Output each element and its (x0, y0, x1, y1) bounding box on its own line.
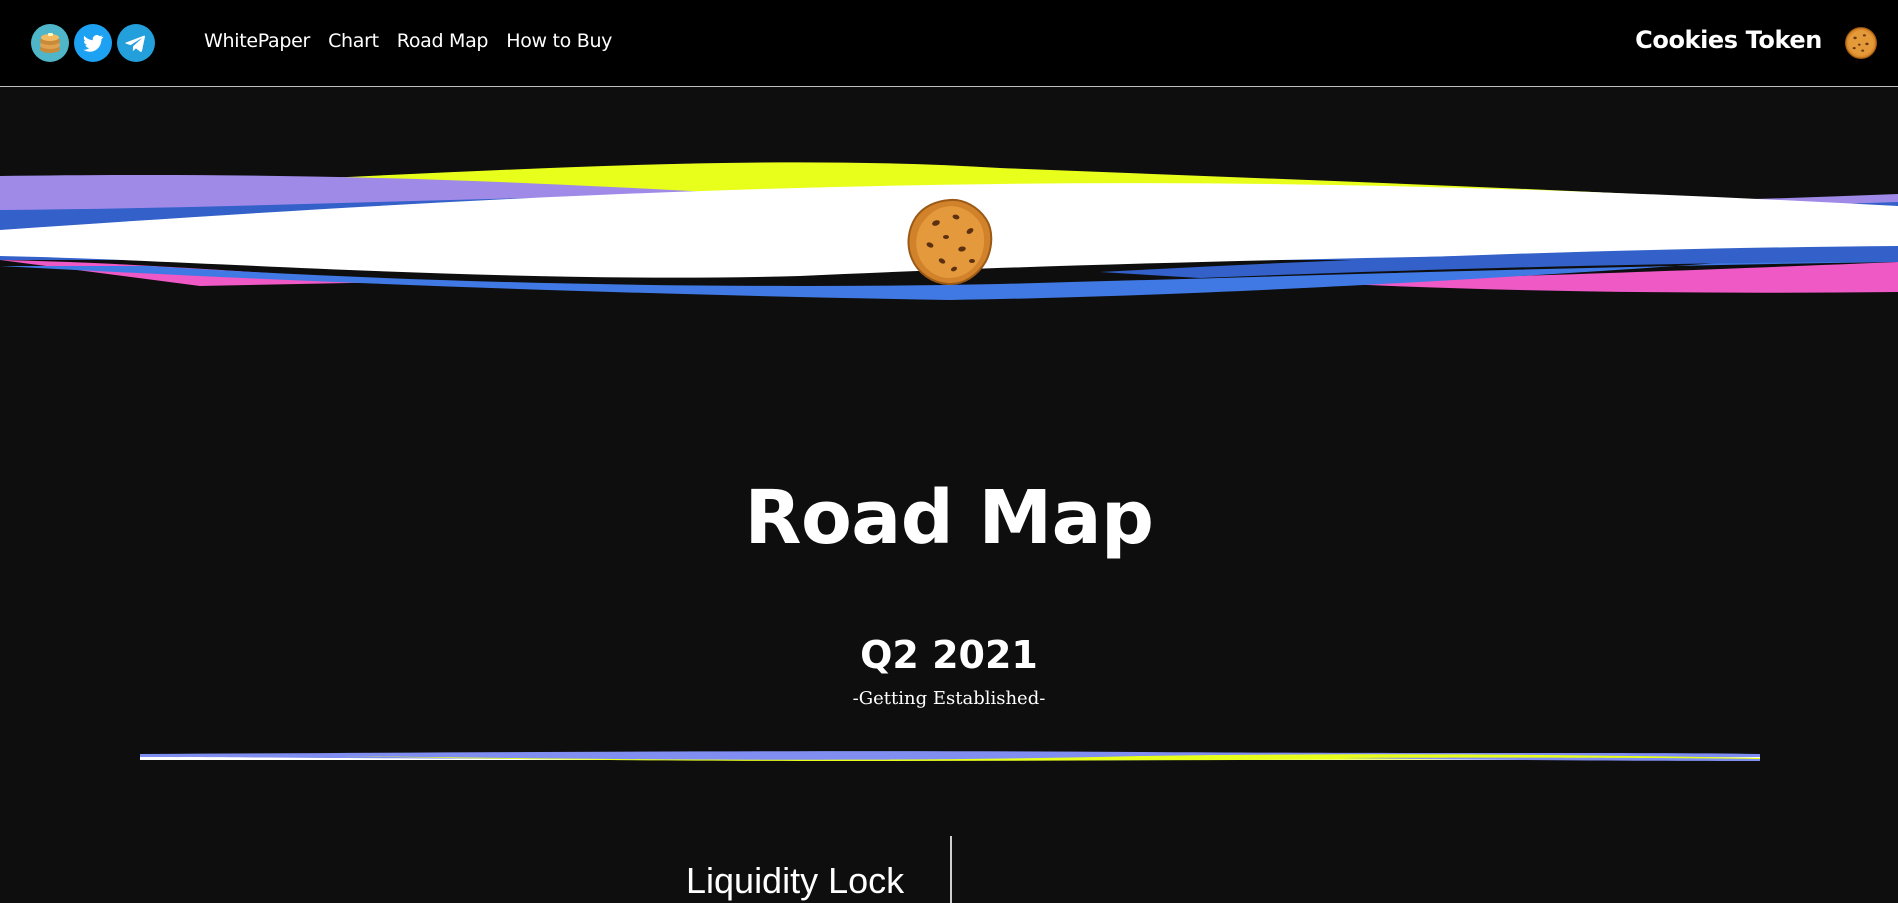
twitter-icon (83, 35, 104, 52)
roadmap-item-title: Liquidity Lock (686, 860, 905, 901)
brand-name[interactable]: Cookies Token (1635, 24, 1822, 56)
nav-menu: WhitePaper Chart Road Map How to Buy (204, 28, 612, 54)
page-title: Road Map (744, 475, 1154, 561)
roadmap-quarter: Q2 2021 (860, 633, 1038, 677)
pancakeswap-link[interactable] (31, 24, 69, 62)
page: WhitePaper Chart Road Map How to Buy Coo… (0, 0, 1898, 903)
cookie-icon[interactable] (1844, 26, 1878, 60)
nav-link-how-to-buy[interactable]: How to Buy (506, 28, 612, 54)
cookie-icon (907, 198, 993, 286)
nav-link-chart[interactable]: Chart (328, 28, 379, 54)
top-navbar: WhitePaper Chart Road Map How to Buy Coo… (0, 0, 1898, 87)
telegram-icon (125, 35, 145, 52)
nav-link-road-map[interactable]: Road Map (397, 28, 489, 54)
roadmap-subtitle: -Getting Established- (852, 688, 1046, 709)
pancake-icon (40, 33, 60, 53)
telegram-link[interactable] (117, 24, 155, 62)
twitter-link[interactable] (74, 24, 112, 62)
nav-link-whitepaper[interactable]: WhitePaper (204, 28, 310, 54)
wave-divider (140, 751, 1760, 761)
timeline-line (950, 836, 952, 903)
